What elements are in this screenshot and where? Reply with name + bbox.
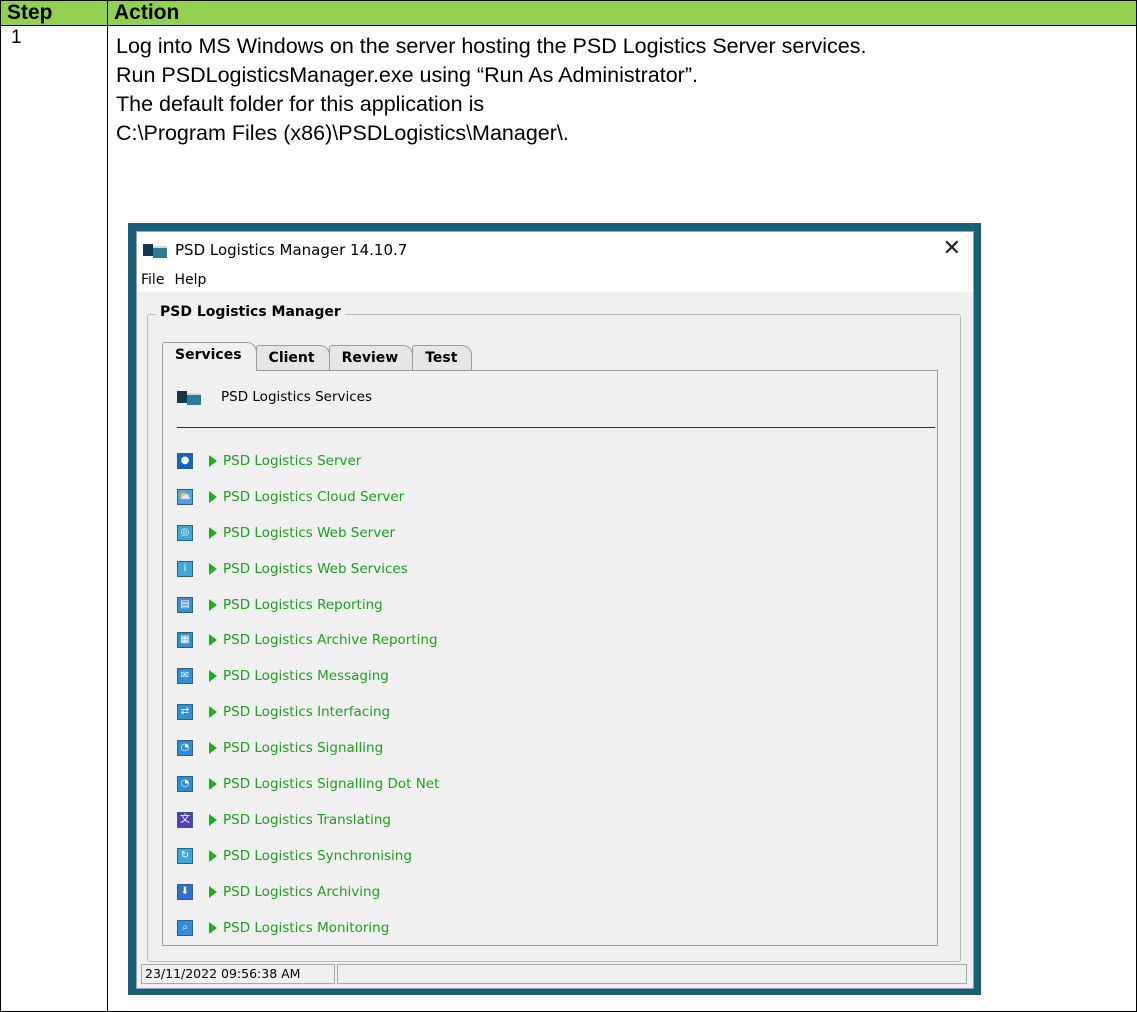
group-label: PSD Logistics Manager [156, 304, 345, 320]
manager-screenshot: PSD Logistics Manager 14.10.7 ✕ File Hel… [128, 223, 981, 995]
play-icon[interactable] [209, 526, 217, 539]
manager-group: PSD Logistics Manager Services Client Re… [147, 304, 961, 962]
instruction-text: Log into MS Windows on the server hostin… [116, 30, 1128, 148]
service-label: PSD Logistics Signalling Dot Net [223, 775, 440, 792]
menu-help[interactable]: Help [174, 272, 206, 288]
cloud-server-icon: ⛅ [177, 488, 193, 505]
globe-icon: ● [177, 452, 193, 469]
service-label: PSD Logistics Web Services [223, 560, 408, 577]
instruction-line: The default folder for this application … [116, 92, 485, 116]
play-icon[interactable] [209, 634, 217, 647]
service-label: PSD Logistics Synchronising [223, 847, 412, 864]
tab-review[interactable]: Review [328, 345, 414, 371]
service-item[interactable]: ▤ PSD Logistics Reporting [177, 587, 439, 623]
status-bar: 23/11/2022 09:56:38 AM [141, 964, 967, 984]
service-item[interactable]: ◎ PSD Logistics Web Server [177, 515, 439, 551]
service-item[interactable]: ⌕ PSD Logistics Monitoring [177, 910, 439, 946]
report-icon: ▤ [177, 596, 193, 613]
service-label: PSD Logistics Cloud Server [223, 488, 405, 505]
close-button[interactable]: ✕ [943, 238, 961, 260]
service-item[interactable]: ⇄ PSD Logistics Interfacing [177, 694, 439, 730]
instruction-line: Run PSDLogisticsManager.exe using “Run A… [116, 63, 698, 87]
title-bar: PSD Logistics Manager 14.10.7 ✕ [137, 232, 973, 268]
instruction-table: Step Action 1 Log into MS Windows on the… [0, 0, 1137, 1012]
archive-icon: ⬇ [177, 883, 193, 900]
header-row: Step Action [0, 0, 1137, 26]
service-item[interactable]: 文 PSD Logistics Translating [177, 802, 439, 838]
service-item[interactable]: i PSD Logistics Web Services [177, 551, 439, 587]
step-number: 1 [0, 25, 108, 1012]
service-label: PSD Logistics Monitoring [223, 919, 390, 936]
service-item[interactable]: ⛅ PSD Logistics Cloud Server [177, 479, 439, 515]
tab-services[interactable]: Services [162, 342, 257, 371]
service-label: PSD Logistics Signalling [223, 740, 384, 757]
play-icon[interactable] [209, 454, 217, 467]
status-message [337, 964, 967, 984]
service-list: ● PSD Logistics Server ⛅ PSD Logistics Clou… [177, 443, 439, 945]
instruction-line: Log into MS Windows on the server hostin… [116, 34, 867, 58]
play-icon[interactable] [209, 777, 217, 790]
play-icon[interactable] [209, 813, 217, 826]
service-label: PSD Logistics Archive Reporting [223, 632, 438, 649]
panel-header: PSD Logistics Services [177, 389, 372, 405]
services-logo-icon [177, 389, 201, 405]
service-label: PSD Logistics Archiving [223, 883, 381, 900]
tab-strip: Services Client Review Test [162, 342, 473, 371]
service-item[interactable]: ▦ PSD Logistics Archive Reporting [177, 622, 439, 658]
service-item[interactable]: ⬇ PSD Logistics Archiving [177, 874, 439, 910]
play-icon[interactable] [209, 670, 217, 683]
service-label: PSD Logistics Reporting [223, 596, 383, 613]
play-icon[interactable] [209, 849, 217, 862]
signal-dotnet-icon: ◔ [177, 775, 193, 792]
play-icon[interactable] [209, 490, 217, 503]
service-label: PSD Logistics Web Server [223, 524, 396, 541]
instruction-line: C:\Program Files (x86)\PSDLogistics\Mana… [116, 121, 569, 145]
menu-file[interactable]: File [141, 272, 164, 288]
play-icon[interactable] [209, 562, 217, 575]
tab-client[interactable]: Client [255, 345, 330, 371]
play-icon[interactable] [209, 706, 217, 719]
action-header: Action [107, 0, 1137, 26]
action-cell: Log into MS Windows on the server hostin… [107, 25, 1137, 1012]
interface-icon: ⇄ [177, 704, 193, 721]
panel-title: PSD Logistics Services [221, 389, 373, 405]
play-icon[interactable] [209, 598, 217, 611]
menu-bar: File Help [137, 268, 973, 292]
divider [177, 427, 935, 428]
sync-icon: ↻ [177, 847, 193, 864]
service-label: PSD Logistics Interfacing [223, 704, 391, 721]
signal-icon: ◔ [177, 740, 193, 757]
translate-icon: 文 [177, 811, 193, 828]
app-logo-icon [143, 242, 167, 258]
play-icon[interactable] [209, 921, 217, 934]
window-title: PSD Logistics Manager 14.10.7 [175, 241, 408, 259]
tab-test[interactable]: Test [412, 345, 473, 371]
service-item[interactable]: ● PSD Logistics Server [177, 443, 439, 479]
status-datetime: 23/11/2022 09:56:38 AM [141, 964, 335, 984]
table-row: 1 Log into MS Windows on the server host… [0, 25, 1137, 1012]
service-item[interactable]: ↻ PSD Logistics Synchronising [177, 838, 439, 874]
service-item[interactable]: ◔ PSD Logistics Signalling Dot Net [177, 766, 439, 802]
service-label: PSD Logistics Messaging [223, 668, 389, 685]
service-item[interactable]: ✉ PSD Logistics Messaging [177, 658, 439, 694]
step-header: Step [0, 0, 108, 26]
web-server-icon: ◎ [177, 524, 193, 541]
message-icon: ✉ [177, 668, 193, 685]
service-item[interactable]: ◔ PSD Logistics Signalling [177, 730, 439, 766]
service-label: PSD Logistics Translating [223, 811, 391, 828]
play-icon[interactable] [209, 885, 217, 898]
web-services-icon: i [177, 560, 193, 577]
play-icon[interactable] [209, 742, 217, 755]
service-label: PSD Logistics Server [223, 452, 362, 469]
services-panel: PSD Logistics Services ● PSD Logistics Se… [162, 370, 938, 946]
manager-window: PSD Logistics Manager 14.10.7 ✕ File Hel… [136, 231, 974, 989]
archive-report-icon: ▦ [177, 632, 193, 649]
monitor-icon: ⌕ [177, 919, 193, 936]
